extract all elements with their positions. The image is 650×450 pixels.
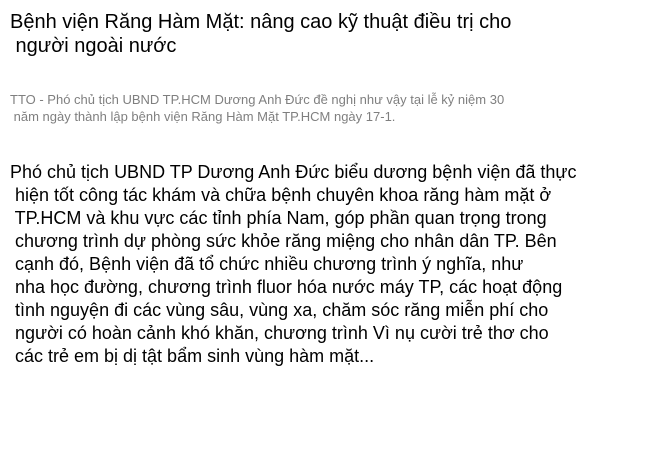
headline-line: người ngoài nước bbox=[10, 35, 177, 57]
sapo-line: năm ngày thành lập bệnh viện Răng Hàm Mặ… bbox=[10, 109, 396, 124]
sapo-line: TTO - Phó chủ tịch UBND TP.HCM Dương Anh… bbox=[10, 92, 505, 107]
body-line: TP.HCM và khu vực các tỉnh phía Nam, góp… bbox=[10, 208, 547, 228]
article-sapo: TTO - Phó chủ tịch UBND TP.HCM Dương Anh… bbox=[10, 91, 640, 125]
body-line: Phó chủ tịch UBND TP Dương Anh Đức biểu … bbox=[10, 162, 577, 182]
article-page: Bệnh viện Răng Hàm Mặt: nâng cao kỹ thuậ… bbox=[0, 0, 650, 450]
body-line: nha học đường, chương trình fluor hóa nư… bbox=[10, 277, 563, 297]
article-body: Phó chủ tịch UBND TP Dương Anh Đức biểu … bbox=[10, 161, 645, 368]
body-line: cạnh đó, Bệnh viện đã tổ chức nhiều chươ… bbox=[10, 254, 524, 274]
body-line: tình nguyện đi các vùng sâu, vùng xa, ch… bbox=[10, 300, 549, 320]
article-headline: Bệnh viện Răng Hàm Mặt: nâng cao kỹ thuậ… bbox=[10, 10, 630, 58]
headline-line: Bệnh viện Răng Hàm Mặt: nâng cao kỹ thuậ… bbox=[10, 11, 512, 33]
body-line: người có hoàn cảnh khó khăn, chương trìn… bbox=[10, 323, 549, 343]
body-line: hiện tốt công tác khám và chữa bệnh chuy… bbox=[10, 185, 552, 205]
body-line: các trẻ em bị dị tật bẩm sinh vùng hàm m… bbox=[10, 346, 375, 366]
body-line: chương trình dự phòng sức khỏe răng miện… bbox=[10, 231, 557, 251]
